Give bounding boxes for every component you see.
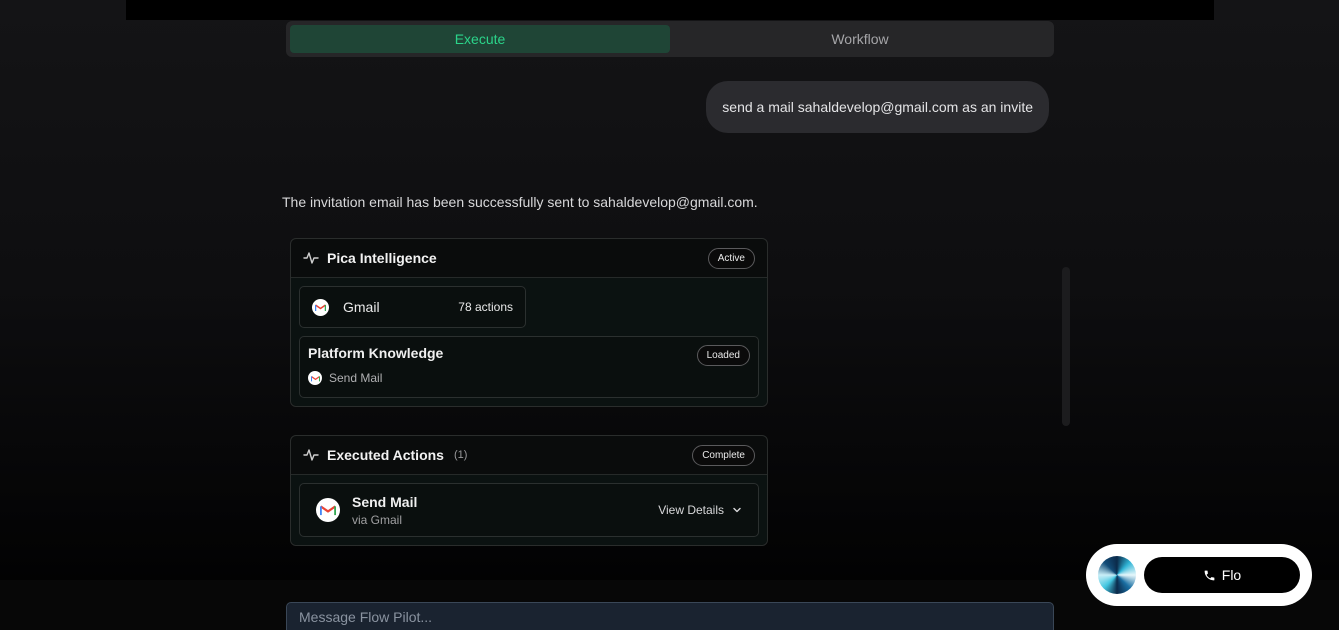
complete-status-badge: Complete bbox=[692, 444, 755, 466]
flo-voice-widget: Flo bbox=[1086, 544, 1312, 606]
message-input[interactable] bbox=[286, 602, 1054, 630]
executed-actions-body: Send Mail via Gmail View Details bbox=[291, 475, 767, 545]
flo-label: Flo bbox=[1221, 567, 1242, 583]
view-details-label: View Details bbox=[658, 503, 724, 517]
gmail-icon bbox=[308, 371, 322, 385]
intelligence-card: Pica Intelligence Active Gmail 78 action… bbox=[290, 238, 768, 407]
active-status-badge: Active bbox=[707, 247, 755, 269]
activity-icon bbox=[303, 449, 319, 461]
executed-actions-card: Executed Actions (1) Complete Send Mail … bbox=[290, 435, 768, 546]
top-strip bbox=[126, 0, 1214, 20]
assistant-message: The invitation email has been successful… bbox=[282, 194, 758, 210]
activity-icon bbox=[303, 252, 319, 264]
flo-call-button[interactable]: Flo bbox=[1144, 557, 1300, 593]
intelligence-card-title: Pica Intelligence bbox=[327, 250, 437, 266]
executed-actions-header: Executed Actions (1) Complete bbox=[291, 436, 767, 475]
knowledge-item: Send Mail bbox=[308, 371, 750, 385]
loaded-status-badge: Loaded bbox=[696, 345, 750, 366]
gmail-icon bbox=[316, 498, 340, 522]
view-details-button[interactable]: View Details bbox=[658, 503, 742, 517]
tab-execute[interactable]: Execute bbox=[290, 25, 670, 53]
gmail-connector[interactable]: Gmail 78 actions bbox=[299, 286, 526, 328]
user-message-bubble: send a mail sahaldevelop@gmail.com as an… bbox=[706, 81, 1049, 133]
platform-knowledge-title: Platform Knowledge bbox=[308, 345, 444, 361]
executed-actions-count: (1) bbox=[453, 449, 468, 461]
action-name: Send Mail bbox=[352, 493, 418, 510]
app-root: Execute Workflow send a mail sahaldevelo… bbox=[0, 0, 1339, 630]
user-message-text: send a mail sahaldevelop@gmail.com as an… bbox=[722, 99, 1033, 115]
gmail-actions-count: 78 actions bbox=[458, 300, 513, 314]
chevron-down-icon bbox=[733, 507, 741, 513]
phone-icon bbox=[1204, 570, 1215, 580]
executed-actions-title: Executed Actions bbox=[327, 447, 444, 463]
platform-knowledge-panel: Platform Knowledge Loaded Send Mail bbox=[299, 336, 759, 398]
flo-avatar bbox=[1098, 556, 1136, 594]
action-via: via Gmail bbox=[352, 512, 403, 527]
executed-action-row: Send Mail via Gmail View Details bbox=[299, 483, 759, 537]
mode-tabs: Execute Workflow bbox=[286, 21, 1054, 57]
tab-workflow[interactable]: Workflow bbox=[670, 25, 1050, 53]
knowledge-item-label: Send Mail bbox=[329, 371, 383, 385]
intelligence-card-body: Gmail 78 actions Platform Knowledge Load… bbox=[291, 278, 767, 406]
gmail-label: Gmail bbox=[343, 299, 380, 315]
intelligence-card-header: Pica Intelligence Active bbox=[291, 239, 767, 278]
chat-scrollbar[interactable] bbox=[1062, 267, 1070, 426]
gmail-icon bbox=[312, 298, 329, 316]
